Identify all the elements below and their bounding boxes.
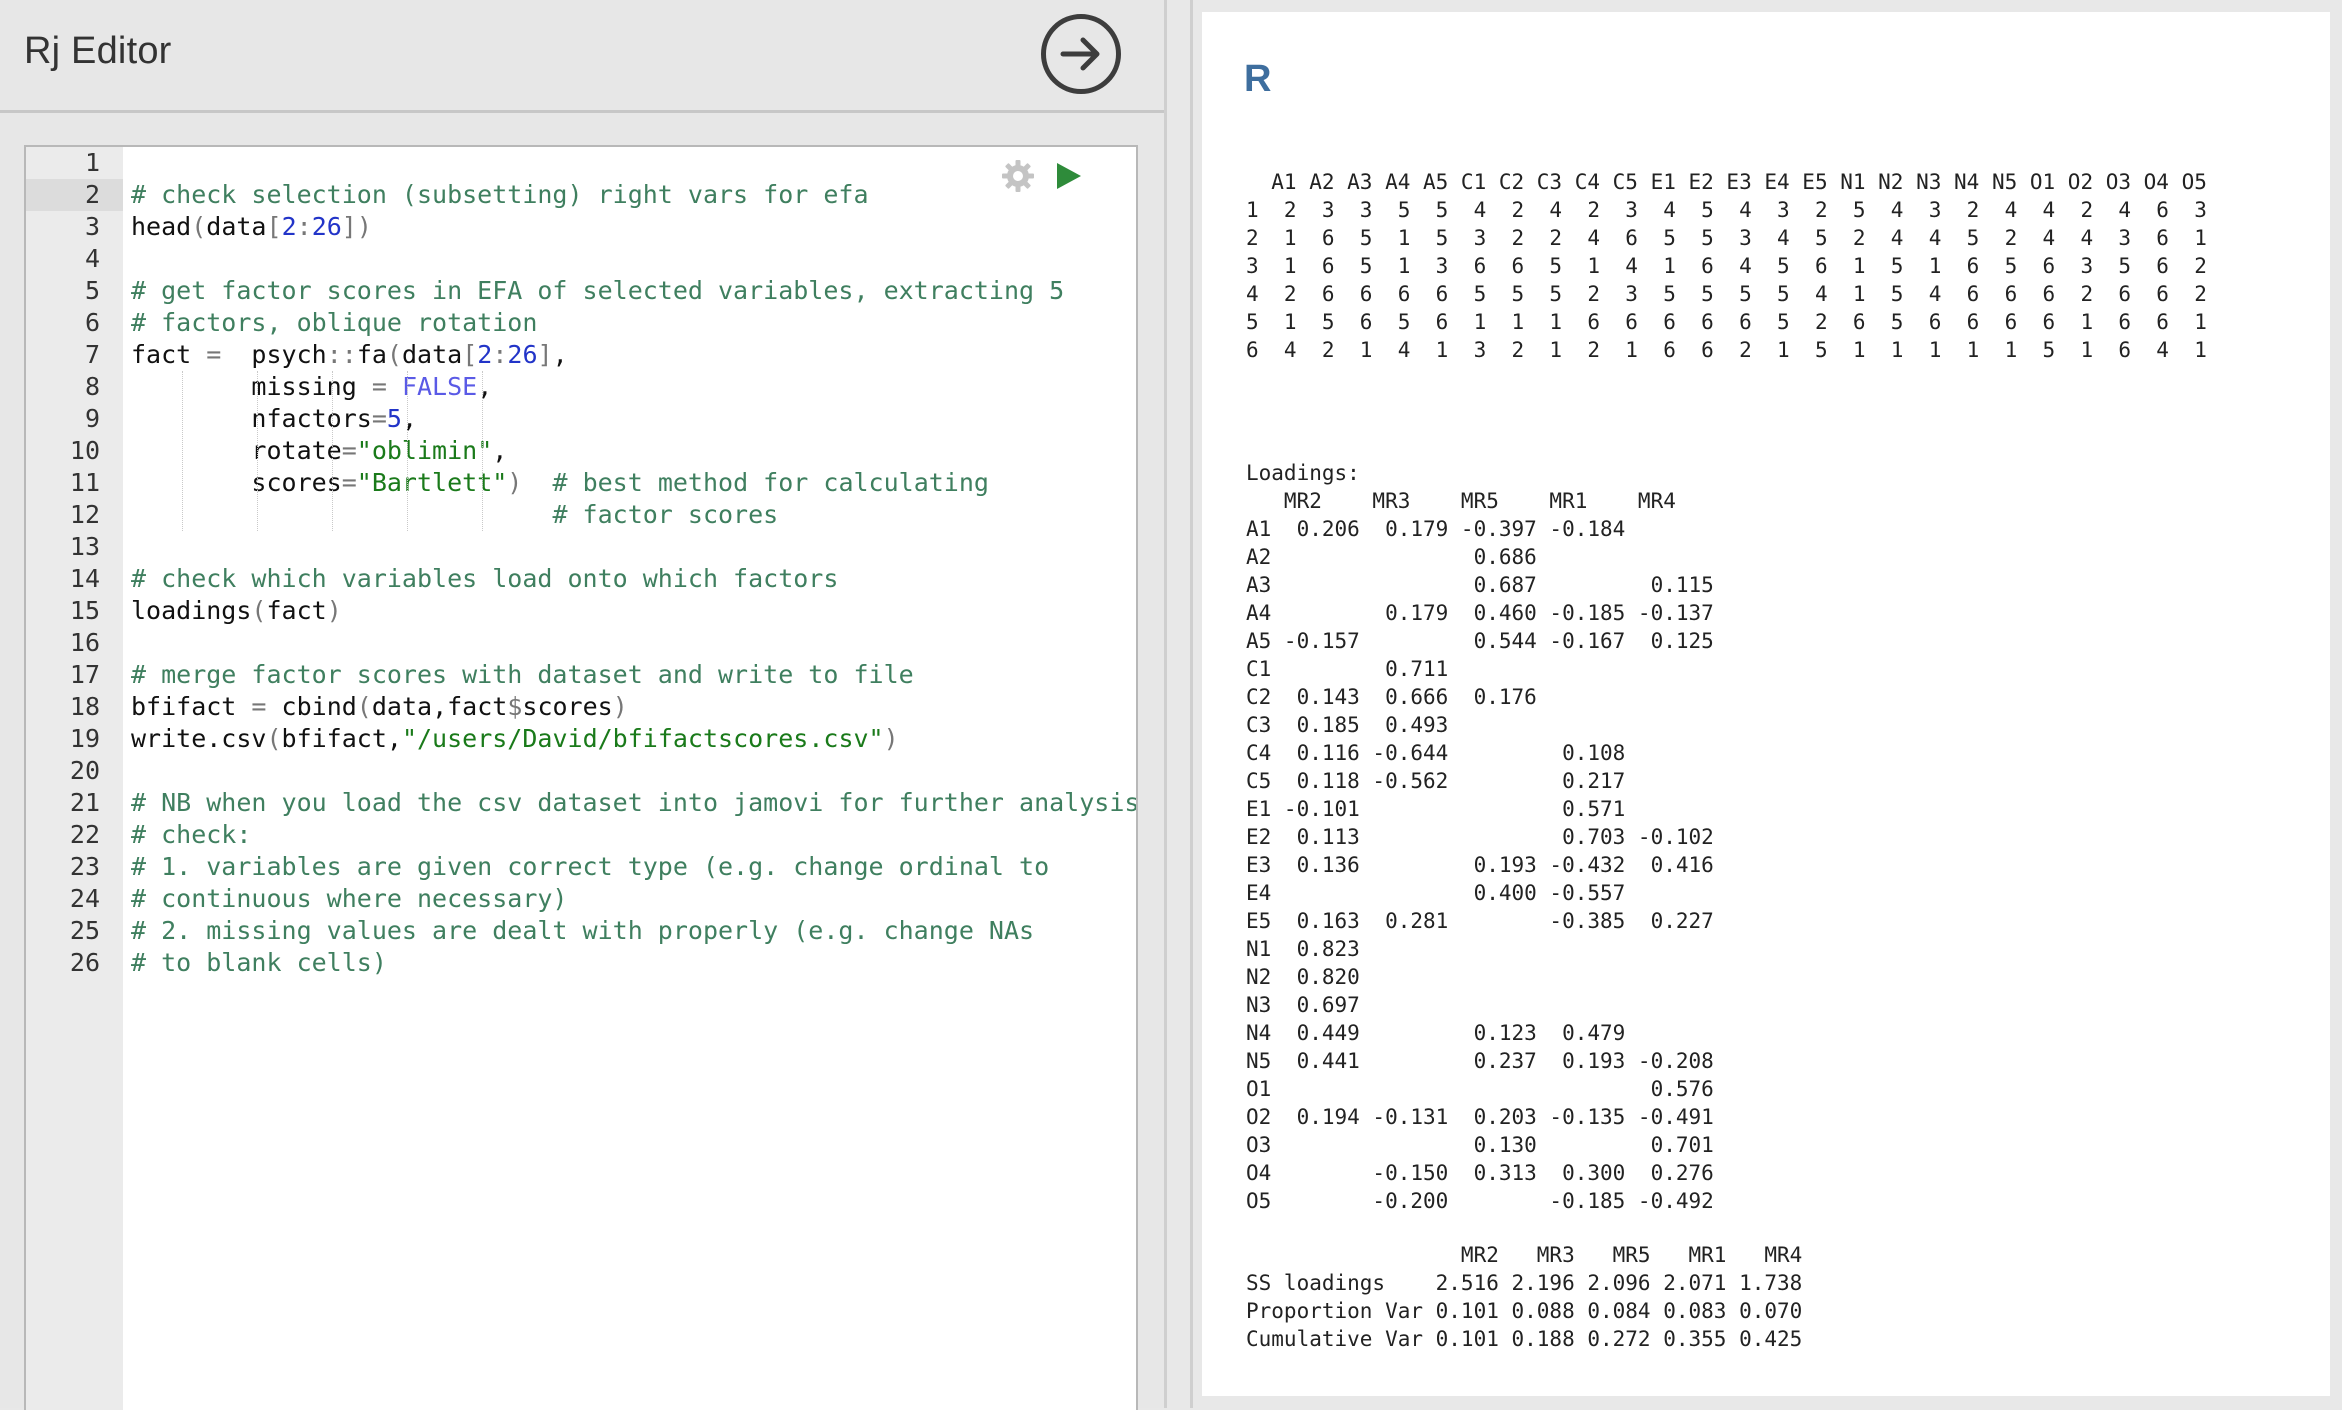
line-number: 14 [69,564,100,593]
line-number: 11 [69,468,100,497]
code-line[interactable]: 15 loadings(fact) [26,595,1136,627]
line-number: 25 [69,916,100,945]
code-line[interactable]: 16 [26,627,1136,659]
line-number: 21 [69,788,100,817]
code-line[interactable]: 19 write.csv(bfifact,"/users/David/bfifac… [26,723,1136,755]
line-code: # continuous where necessary) [131,884,568,913]
code-line[interactable]: 26 # to blank cells) [26,947,1136,979]
line-code: bfifact = cbind(data,fact$scores) [131,692,628,721]
line-code: # merge factor scores with dataset and w… [131,660,914,689]
gear-icon[interactable] [1001,159,1035,193]
line-number: 5 [84,276,100,305]
code-line[interactable]: 5 # get factor scores in EFA of selected … [26,275,1136,307]
code-line[interactable]: 10 rotate="oblimin", [26,435,1136,467]
line-number: 26 [69,948,100,977]
line-code: # NB when you load the csv dataset into … [131,788,1138,817]
code-line[interactable]: 1 [26,147,1136,179]
head-output: A1 A2 A3 A4 A5 C1 C2 C3 C4 C5 E1 E2 E3 E… [1246,170,2207,362]
indent-guide [257,371,258,531]
line-code: # factor scores [552,500,779,529]
code-line[interactable]: 14 # check which variables load onto whic… [26,563,1136,595]
code-line[interactable]: 6 # factors, oblique rotation [26,307,1136,339]
line-code: # factors, oblique rotation [131,308,538,337]
editor-header: Rj Editor [0,0,1164,113]
indent-guide [407,371,408,531]
code-line[interactable]: 23 # 1. variables are given correct type … [26,851,1136,883]
code-line[interactable]: 22 # check: [26,819,1136,851]
editor-panel: Rj Editor 1 2 # check selection (subsettin… [0,0,1164,1410]
arrow-right-circle-icon [1060,37,1100,71]
line-code: loadings(fact) [131,596,342,625]
code-line[interactable]: 12 # factor scores [26,499,1136,531]
line-number: 22 [69,820,100,849]
line-number: 1 [84,148,100,177]
code-editor[interactable]: 1 2 # check selection (subsetting) right v… [24,145,1138,1410]
results-heading: R [1244,58,1272,100]
code-line[interactable]: 11 scores="Bartlett") # best method for … [26,467,1136,499]
line-number: 13 [69,532,100,561]
panel-splitter[interactable] [1164,0,1167,1408]
code-line[interactable]: 3 head(data[2:26]) [26,211,1136,243]
line-code: # get factor scores in EFA of selected v… [131,276,1065,305]
indent-guide [482,371,483,531]
line-number: 12 [69,500,100,529]
line-code: missing = FALSE, [131,372,493,401]
line-number: 23 [69,852,100,881]
line-code: # check: [131,820,252,849]
run-arrow-button[interactable] [1041,14,1121,94]
line-number: 15 [69,596,100,625]
code-line[interactable]: 8 missing = FALSE, [26,371,1136,403]
line-number: 3 [84,212,100,241]
code-line[interactable]: 2 # check selection (subsetting) right va… [26,179,1136,211]
code-line[interactable]: 21 # NB when you load the csv dataset int… [26,787,1136,819]
line-code: # 2. missing values are dealt with prope… [131,916,1035,945]
indent-guide [182,371,183,531]
code-line[interactable]: 17 # merge factor scores with dataset and… [26,659,1136,691]
code-line[interactable]: 20 [26,755,1136,787]
line-number: 8 [84,372,100,401]
line-number: 2 [26,179,123,211]
results-panel: R A1 A2 A3 A4 A5 C1 C2 C3 C4 C5 E1 E2 E3… [1202,12,2330,1396]
line-code: rotate="oblimin", [131,436,508,465]
line-number: 7 [84,340,100,369]
indent-guide [332,371,333,531]
code-line[interactable]: 25 # 2. missing values are dealt with pro… [26,915,1136,947]
variance-output: MR2 MR3 MR5 MR1 MR4 SS loadings 2.516 2.… [1246,1243,1803,1351]
line-code: write.csv(bfifact,"/users/David/bfifacts… [131,724,899,753]
line-number: 19 [69,724,100,753]
line-number: 4 [84,244,100,273]
line-code: scores="Bartlett") # best method for cal… [131,468,989,497]
code-line[interactable]: 24 # continuous where necessary) [26,883,1136,915]
line-number: 10 [69,436,100,465]
play-icon[interactable] [1055,161,1083,191]
code-line[interactable]: 13 [26,531,1136,563]
line-number: 20 [69,756,100,785]
code-line[interactable]: 18 bfifact = cbind(data,fact$scores) [26,691,1136,723]
line-code: # to blank cells) [131,948,387,977]
line-number: 18 [69,692,100,721]
results-scroll-border [1190,0,1193,1408]
code-line[interactable]: 9 nfactors=5, [26,403,1136,435]
line-code: # check which variables load onto which … [131,564,839,593]
line-number: 6 [84,308,100,337]
line-number: 24 [69,884,100,913]
code-line[interactable]: 7 fact = psych::fa(data[2:26], [26,339,1136,371]
line-code: # 1. variables are given correct type (e… [131,852,1050,881]
line-number: 16 [69,628,100,657]
line-code: head(data[2:26]) [131,212,372,241]
line-code: # check selection (subsetting) right var… [131,180,869,209]
line-code: fact = psych::fa(data[2:26], [131,340,568,369]
editor-title: Rj Editor [24,30,172,72]
line-code: nfactors=5, [131,404,418,433]
line-number: 17 [69,660,100,689]
code-line[interactable]: 4 [26,243,1136,275]
loadings-output: Loadings: MR2 MR3 MR5 MR1 MR4 A1 0.206 0… [1246,461,1714,1213]
line-number: 9 [84,404,100,433]
